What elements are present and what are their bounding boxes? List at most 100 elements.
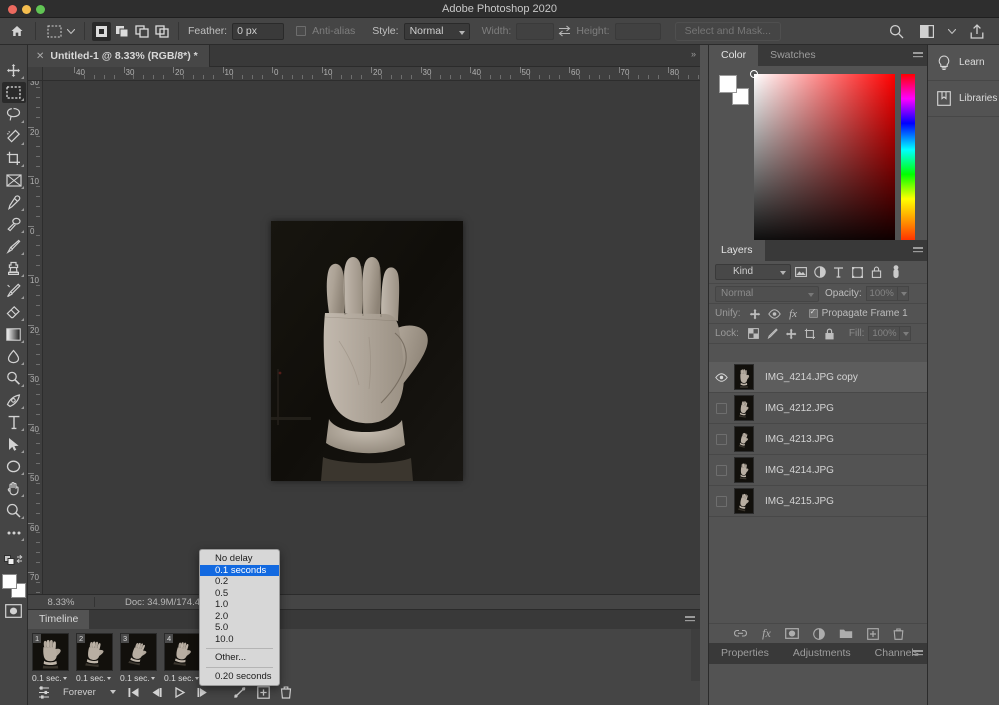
panel-menu-icon[interactable]	[913, 51, 923, 59]
lock-artboard-nesting-icon[interactable]	[801, 326, 820, 342]
menu-item-delay-option[interactable]: 2.0	[200, 611, 279, 623]
looping-options-select[interactable]: Forever	[55, 687, 122, 698]
path-selection-tool[interactable]	[2, 434, 26, 455]
spot-healing-brush-tool[interactable]	[2, 214, 26, 235]
unify-style-icon[interactable]: fx	[784, 306, 803, 322]
filter-toggle-icon[interactable]	[886, 264, 905, 280]
panel-menu-icon[interactable]	[913, 649, 923, 657]
select-and-mask-button[interactable]: Select and Mask...	[674, 21, 781, 41]
lock-transparent-pixels-icon[interactable]	[744, 326, 763, 342]
layer-list[interactable]: IMG_4214.JPG copy IMG_4212.JPG IMG_4213.JP…	[709, 362, 928, 517]
opacity-input[interactable]: 100%	[865, 286, 898, 301]
layer-visibility-toggle[interactable]	[716, 433, 727, 445]
tool-preset-chevron-down-icon[interactable]	[65, 20, 77, 42]
select-previous-frame-icon[interactable]	[145, 683, 168, 701]
add-to-selection-button[interactable]	[112, 22, 131, 41]
hue-slider[interactable]	[896, 74, 915, 250]
frame-thumbnail[interactable]: 2	[76, 633, 113, 671]
add-layer-mask-icon[interactable]	[784, 628, 799, 639]
layer-row[interactable]: IMG_4214.JPG	[709, 455, 928, 486]
document-info[interactable]: Doc: 34.9M/174.4M	[95, 597, 208, 608]
opacity-stepper[interactable]	[897, 286, 909, 301]
layer-thumbnail[interactable]	[734, 364, 754, 390]
menu-item-delay-option[interactable]: 1.0	[200, 599, 279, 611]
brush-tool[interactable]	[2, 236, 26, 257]
pen-tool[interactable]	[2, 390, 26, 411]
unify-visibility-icon[interactable]	[765, 306, 784, 322]
menu-item-delay-option[interactable]: No delay	[200, 553, 279, 565]
tool-preset-picker[interactable]	[43, 20, 65, 42]
frame-list[interactable]: 1 0.1 sec. 2 0.1 sec. 3 0.1 sec. 4 0.1 sec.	[32, 633, 201, 685]
select-first-frame-icon[interactable]	[122, 683, 145, 701]
frame-thumbnail[interactable]: 3	[120, 633, 157, 671]
menu-item-delay-option[interactable]: 0.2	[200, 576, 279, 588]
lock-all-icon[interactable]	[820, 326, 839, 342]
layer-thumbnail[interactable]	[734, 488, 754, 514]
zoom-level[interactable]: 8.33%	[28, 597, 94, 608]
timeline-frame[interactable]: 2 0.1 sec.	[76, 633, 113, 685]
tab-color[interactable]: Color	[709, 45, 759, 66]
artboard[interactable]	[271, 221, 463, 481]
vertical-ruler[interactable]: 30201001020304050607080	[28, 81, 43, 594]
height-input[interactable]	[614, 22, 661, 40]
layer-visibility-cell[interactable]	[709, 464, 734, 476]
dodge-tool[interactable]	[2, 368, 26, 389]
menu-item-current-delay[interactable]: 0.20 seconds	[200, 671, 279, 683]
frame-delay-select[interactable]: 0.1 sec.	[164, 673, 201, 683]
frame-delay-dropdown-menu[interactable]: No delay 0.1 seconds 0.2 0.5 1.0 2.0 5.0 10.0 O…	[199, 549, 280, 686]
new-selection-button[interactable]	[92, 21, 111, 41]
gradient-tool[interactable]	[2, 324, 26, 345]
link-layers-icon[interactable]	[733, 629, 748, 638]
menu-item-delay-option[interactable]: 5.0	[200, 622, 279, 634]
collapse-to-icons-button[interactable]: »	[691, 49, 696, 59]
frame-delay-options[interactable]: No delay 0.1 seconds 0.2 0.5 1.0 2.0 5.0 10.0	[200, 553, 279, 645]
layer-visibility-toggle[interactable]	[716, 495, 727, 507]
timeline-frame[interactable]: 4 0.1 sec.	[164, 633, 201, 685]
style-select[interactable]: Normal	[403, 22, 470, 40]
layer-row[interactable]: IMG_4215.JPG	[709, 486, 928, 517]
lock-image-pixels-icon[interactable]	[763, 326, 782, 342]
add-layer-style-icon[interactable]: fx	[762, 626, 771, 641]
color-ramp[interactable]	[750, 70, 895, 250]
anti-alias-checkbox[interactable]	[296, 26, 307, 36]
menu-item-other[interactable]: Other...	[200, 652, 279, 664]
layer-thumbnail[interactable]	[734, 457, 754, 483]
zoom-tool[interactable]	[2, 500, 26, 521]
fill-stepper[interactable]	[900, 326, 912, 341]
layer-visibility-toggle[interactable]	[716, 464, 727, 476]
quick-selection-tool[interactable]	[2, 126, 26, 147]
intersect-with-selection-button[interactable]	[152, 22, 171, 41]
layer-visibility-cell[interactable]	[709, 402, 734, 414]
move-tool[interactable]	[2, 60, 26, 81]
tab-adjustments[interactable]: Adjustments	[781, 643, 863, 664]
paths-list[interactable]	[709, 664, 928, 705]
tab-timeline[interactable]: Timeline	[28, 610, 90, 629]
type-layers-filter-icon[interactable]	[829, 264, 848, 280]
canvas-background[interactable]	[43, 81, 700, 594]
menu-item-delay-option[interactable]: 0.1 seconds	[200, 564, 279, 576]
propagate-frame-checkbox[interactable]	[808, 307, 818, 318]
frame-delay-select[interactable]: 0.1 sec.	[120, 673, 157, 683]
layer-thumbnail[interactable]	[734, 426, 754, 452]
subtract-from-selection-button[interactable]	[132, 22, 151, 41]
layer-filter-kind-select[interactable]: Kind	[715, 264, 791, 280]
clone-stamp-tool[interactable]	[2, 258, 26, 279]
search-icon[interactable]	[885, 20, 907, 42]
frame-thumbnail[interactable]: 4	[164, 633, 201, 671]
new-group-icon[interactable]	[839, 628, 853, 639]
timeline-frame[interactable]: 3 0.1 sec.	[120, 633, 157, 685]
foreground-color-swatch[interactable]	[719, 75, 737, 93]
adjustment-layers-filter-icon[interactable]	[810, 264, 829, 280]
frame-tool[interactable]	[2, 170, 26, 191]
lasso-tool[interactable]	[2, 104, 26, 125]
eyedropper-tool[interactable]	[2, 192, 26, 213]
rail-item-libraries[interactable]: Libraries	[928, 81, 999, 117]
shape-layers-filter-icon[interactable]	[848, 264, 867, 280]
eraser-tool[interactable]	[2, 302, 26, 323]
swap-dimensions-icon[interactable]	[554, 20, 574, 42]
layer-row[interactable]: IMG_4213.JPG	[709, 424, 928, 455]
layer-visibility-cell[interactable]	[709, 372, 734, 382]
layer-visibility-cell[interactable]	[709, 433, 734, 445]
color-ramp-cursor[interactable]	[750, 70, 758, 78]
selection-mode-group[interactable]	[92, 21, 171, 41]
